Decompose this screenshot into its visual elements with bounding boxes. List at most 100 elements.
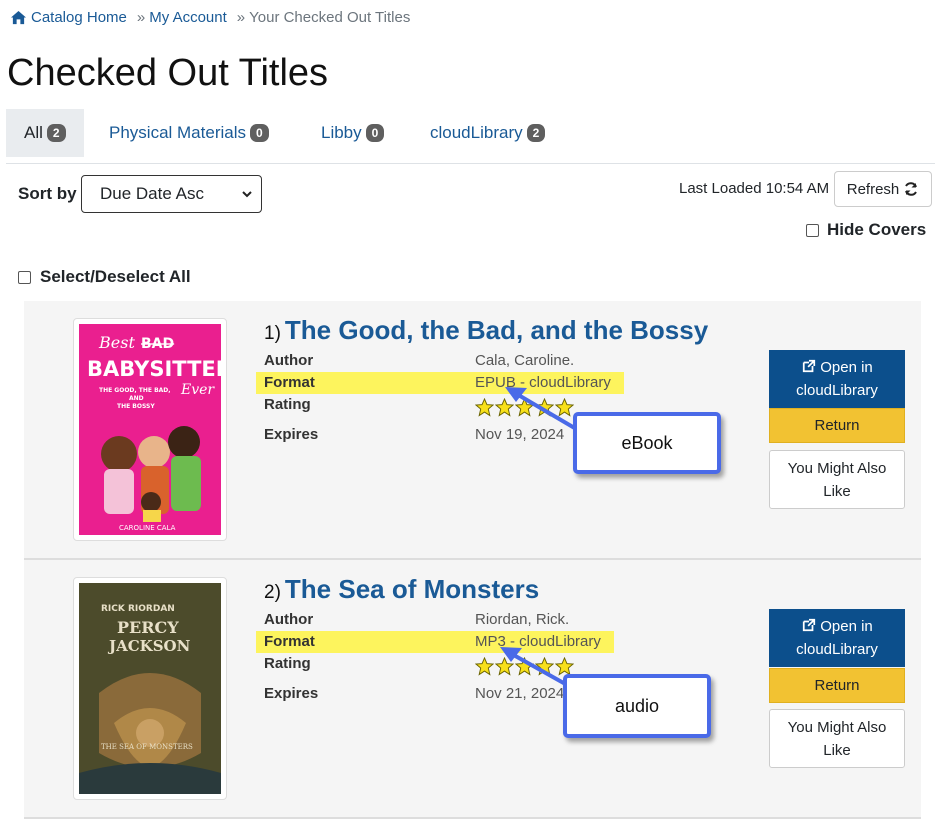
chevron-down-icon: [242, 191, 252, 198]
sort-select[interactable]: Due Date Asc: [81, 175, 262, 213]
you-might-also-like-button[interactable]: You Might Also Like: [769, 450, 905, 509]
cover-subtitle-line: THE GOOD, THE BAD,: [99, 387, 171, 394]
callout-audio: audio: [563, 674, 711, 738]
star-icon[interactable]: [475, 657, 494, 676]
open-button-line1: Open in: [801, 356, 873, 379]
checkout-record: RICK RIORDAN PERCY JACKSON THE SEA OF MO…: [24, 560, 921, 819]
expires-label: Expires: [264, 685, 319, 702]
breadcrumb-current: Your Checked Out Titles: [249, 9, 411, 26]
record-title-link[interactable]: The Good, the Bad, and the Bossy: [285, 315, 708, 345]
star-icon[interactable]: [515, 657, 534, 676]
hide-covers-toggle[interactable]: Hide Covers: [806, 220, 926, 240]
record-number: 1): [264, 323, 281, 344]
format-value: MP3 - cloudLibrary: [475, 633, 601, 650]
record-title-row: 1) The Good, the Bad, and the Bossy: [264, 315, 708, 346]
tab-label: Libby: [321, 123, 362, 142]
checkout-record: Best BAD BABYSITTERS Ever THE GOOD, THE …: [24, 301, 921, 560]
breadcrumb: Catalog Home » My Account » Your Checked…: [10, 9, 410, 26]
expires-value: Nov 21, 2024: [475, 685, 565, 702]
open-in-cloudlibrary-button[interactable]: Open in cloudLibrary: [769, 350, 905, 408]
external-link-icon: [803, 618, 816, 632]
book-cover-image[interactable]: Best BAD BABYSITTERS Ever THE GOOD, THE …: [79, 324, 221, 535]
author-label: Author: [264, 611, 314, 628]
rating-stars[interactable]: [475, 657, 574, 676]
you-might-also-like-button[interactable]: You Might Also Like: [769, 709, 905, 768]
cover-author: CAROLINE CALA: [119, 524, 176, 532]
record-title-row: 2) The Sea of Monsters: [264, 574, 539, 605]
tab-label: cloudLibrary: [430, 123, 523, 142]
cover-title-line: BABYSITTERS: [87, 357, 221, 381]
count-badge: 0: [250, 124, 269, 142]
refresh-button[interactable]: Refresh: [834, 171, 932, 207]
last-loaded-text: Last Loaded 10:54 AM: [679, 180, 830, 197]
tab-bar: All 2 Physical Materials 0 Libby 0 cloud…: [6, 109, 935, 164]
refresh-button-label: Refresh: [846, 180, 900, 198]
hide-covers-checkbox[interactable]: [806, 223, 819, 237]
book-cover-frame[interactable]: RICK RIORDAN PERCY JACKSON THE SEA OF MO…: [73, 577, 227, 800]
count-badge: 0: [365, 124, 385, 142]
record-number: 2): [264, 582, 281, 603]
open-in-cloudlibrary-button[interactable]: Open in cloudLibrary: [769, 609, 905, 667]
open-button-label: Open in: [820, 618, 873, 635]
record-title-link[interactable]: The Sea of Monsters: [285, 574, 539, 604]
star-icon[interactable]: [535, 398, 554, 417]
select-all-toggle[interactable]: Select/Deselect All: [18, 267, 191, 287]
format-label: Format: [264, 374, 315, 391]
cover-title-line: Best: [98, 333, 135, 352]
cover-title-line: JACKSON: [107, 637, 191, 655]
cover-subtitle-line: AND: [129, 395, 144, 402]
page-title: Checked Out Titles: [7, 52, 329, 94]
tab-label: All: [24, 123, 43, 142]
home-icon: [11, 10, 26, 25]
expires-label: Expires: [264, 426, 319, 443]
select-all-checkbox[interactable]: [18, 270, 31, 284]
breadcrumb-my-account-link[interactable]: My Account: [149, 9, 227, 26]
select-all-label: Select/Deselect All: [40, 267, 191, 286]
cover-title-line: BAD: [141, 336, 174, 352]
count-badge: 2: [46, 124, 66, 142]
author-link[interactable]: Riordan, Rick.: [475, 611, 569, 628]
star-icon[interactable]: [535, 657, 554, 676]
book-cover-image[interactable]: RICK RIORDAN PERCY JACKSON THE SEA OF MO…: [79, 583, 221, 794]
star-icon[interactable]: [495, 398, 514, 417]
tab-physical-materials[interactable]: Physical Materials 0: [91, 109, 287, 157]
book-cover-frame[interactable]: Best BAD BABYSITTERS Ever THE GOOD, THE …: [73, 318, 227, 541]
tab-all[interactable]: All 2: [6, 109, 84, 157]
cover-title-line: Ever: [180, 382, 215, 398]
expires-value: Nov 19, 2024: [475, 426, 565, 443]
count-badge: 2: [526, 124, 546, 142]
return-button[interactable]: Return: [769, 408, 905, 443]
format-label: Format: [264, 633, 315, 650]
star-icon[interactable]: [495, 657, 514, 676]
return-button[interactable]: Return: [769, 668, 905, 703]
author-label: Author: [264, 352, 314, 369]
star-icon[interactable]: [475, 398, 494, 417]
tab-libby[interactable]: Libby 0: [303, 109, 402, 157]
breadcrumb-separator: »: [236, 9, 246, 26]
open-button-label: cloudLibrary: [796, 382, 878, 399]
star-icon[interactable]: [515, 398, 534, 417]
cover-title-line: PERCY: [117, 618, 179, 637]
cover-subtitle-line: THE SEA OF MONSTERS: [101, 743, 193, 751]
sort-select-value: Due Date Asc: [100, 184, 204, 203]
callout-ebook: eBook: [573, 412, 721, 474]
open-button-label: cloudLibrary: [796, 641, 878, 658]
cover-author: RICK RIORDAN: [101, 604, 175, 614]
refresh-icon: [905, 182, 918, 196]
sort-label: Sort by: [18, 184, 77, 203]
breadcrumb-separator: »: [136, 9, 146, 26]
hide-covers-label: Hide Covers: [827, 220, 927, 239]
format-value: EPUB - cloudLibrary: [475, 374, 611, 391]
tab-cloudlibrary[interactable]: cloudLibrary 2: [412, 109, 563, 157]
author-link[interactable]: Cala, Caroline.: [475, 352, 574, 369]
tab-label: Physical Materials: [109, 123, 246, 142]
rating-label: Rating: [264, 396, 311, 413]
breadcrumb-catalog-home-link[interactable]: Catalog Home: [31, 9, 127, 26]
rating-label: Rating: [264, 655, 311, 672]
rating-stars[interactable]: [475, 398, 574, 417]
open-button-line1: Open in: [801, 615, 873, 638]
star-icon[interactable]: [555, 398, 574, 417]
open-button-label: Open in: [820, 359, 873, 376]
cover-subtitle-line: THE BOSSY: [117, 403, 155, 410]
external-link-icon: [803, 359, 816, 373]
